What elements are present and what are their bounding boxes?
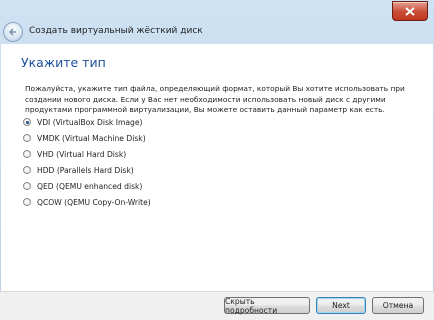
option-label: QED (QEMU enhanced disk) xyxy=(37,181,143,191)
option-label: VDI (VirtualBox Disk Image) xyxy=(37,117,143,127)
radio-button[interactable] xyxy=(23,166,31,174)
wizard-page: Укажите тип Пожалуйста, укажите тип файл… xyxy=(1,44,433,291)
button-bar: Скрыть подробности Next Отмена xyxy=(0,291,434,320)
close-icon xyxy=(405,6,415,16)
hide-details-button[interactable]: Скрыть подробности xyxy=(224,297,310,315)
back-button[interactable] xyxy=(3,22,23,42)
option-label: VMDK (Virtual Machine Disk) xyxy=(37,133,146,143)
option-qed[interactable]: QED (QEMU enhanced disk) xyxy=(23,180,142,192)
option-hdd[interactable]: HDD (Parallels Hard Disk) xyxy=(23,164,134,176)
option-qcow[interactable]: QCOW (QEMU Copy-On-Write) xyxy=(23,196,151,208)
radio-button[interactable] xyxy=(23,118,31,126)
title-bar xyxy=(0,0,434,22)
next-button[interactable]: Next xyxy=(316,297,366,314)
radio-button[interactable] xyxy=(23,182,31,190)
option-vmdk[interactable]: VMDK (Virtual Machine Disk) xyxy=(23,132,146,144)
dialog-window: Создать виртуальный жёсткий диск Укажите… xyxy=(0,0,434,320)
close-button[interactable] xyxy=(392,1,428,21)
wizard-title: Создать виртуальный жёсткий диск xyxy=(29,26,203,36)
option-vhd[interactable]: VHD (Virtual Hard Disk) xyxy=(23,148,126,160)
back-arrow-icon xyxy=(8,28,16,36)
option-label: VHD (Virtual Hard Disk) xyxy=(37,149,127,159)
radio-button[interactable] xyxy=(23,150,31,158)
radio-button[interactable] xyxy=(23,198,31,206)
page-description: Пожалуйста, укажите тип файла, определяю… xyxy=(25,84,405,114)
radio-button[interactable] xyxy=(23,134,31,142)
option-vdi[interactable]: VDI (VirtualBox Disk Image) xyxy=(23,116,142,128)
option-label: HDD (Parallels Hard Disk) xyxy=(37,165,134,175)
page-title: Укажите тип xyxy=(21,55,106,70)
option-label: QCOW (QEMU Copy-On-Write) xyxy=(37,197,151,207)
cancel-button[interactable]: Отмена xyxy=(372,297,424,314)
